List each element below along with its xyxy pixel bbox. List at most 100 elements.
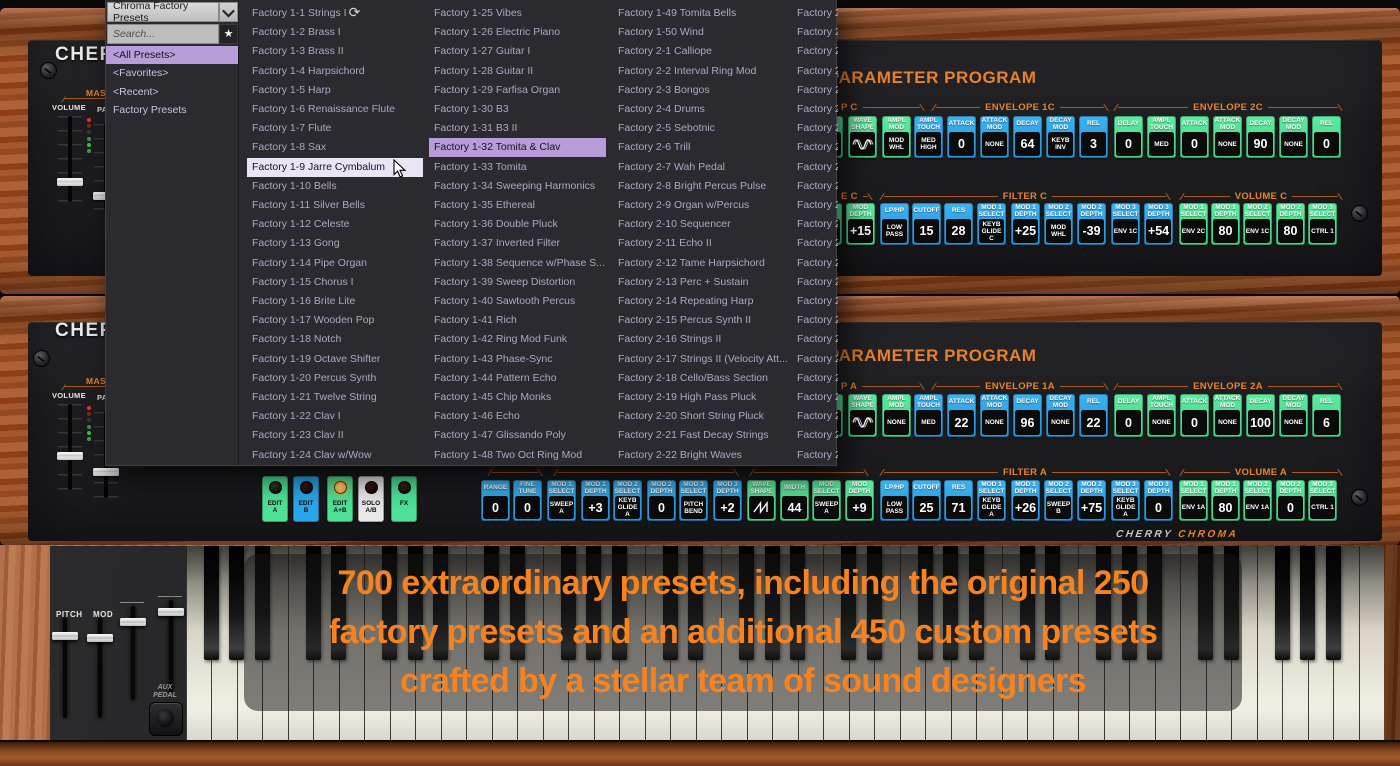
param-button-wave-shape[interactable]: WAVESHAPE [747, 480, 776, 521]
mod-lever-cap[interactable] [87, 634, 113, 642]
piano-key-black[interactable] [1326, 546, 1341, 660]
preset-item[interactable]: Factory 2-9 Organ w/Percus [613, 196, 791, 215]
preset-item[interactable]: Factory 1-20 Percus Synth [247, 369, 423, 388]
param-button-mod-2-select[interactable]: MOD 2SELECTENV 1C [1243, 203, 1272, 245]
param-button-mod-3-depth[interactable]: MOD 3DEPTH+2 [713, 480, 742, 521]
preset-item[interactable]: Factory 1-49 Tomita Bells [613, 4, 791, 23]
edit-button-solo-a-b[interactable]: SOLOA/B [358, 476, 384, 522]
param-button-decay[interactable]: DECAY64 [1013, 116, 1042, 158]
param-button-mod-3-select[interactable]: MOD 3SELECTKEYBGLIDEA [1111, 480, 1140, 521]
preset-item[interactable]: Factory 1-6 Renaissance Flute [247, 100, 423, 119]
preset-item[interactable]: Factory 1-48 Two Oct Ring Mod [429, 446, 606, 465]
preset-item[interactable]: Factory 2-18 Cello/Bass Section [613, 369, 791, 388]
param-button-attack[interactable]: ATTACK0 [1180, 394, 1209, 437]
param-button-mod-2-select[interactable]: MOD 2SELECTKEYBGLIDEA [613, 480, 642, 521]
param-button-mod-3-select[interactable]: MOD 3SELECTPITCHBEND [679, 480, 708, 521]
param-button-mod-1-select[interactable]: MOD 1SELECTKEYBGLIDEA [977, 480, 1006, 521]
preset-item[interactable]: Factory 1-1 Strings I [247, 4, 423, 23]
param-button-attack[interactable]: ATTACK0 [1180, 116, 1209, 158]
preset-category[interactable]: <All Presets> [106, 46, 238, 64]
preset-item[interactable]: Factory 1-18 Notch [247, 330, 423, 349]
preset-item[interactable]: Factory 2-10 Sequencer [613, 215, 791, 234]
preset-item[interactable]: Factory 2 [792, 388, 838, 407]
preset-item[interactable]: Factory 1-46 Echo [429, 407, 606, 426]
preset-item[interactable]: Factory 2 [792, 446, 838, 465]
preset-item[interactable]: Factory 1-41 Rich [429, 311, 606, 330]
preset-item[interactable]: Factory 1-36 Double Pluck [429, 215, 606, 234]
preset-item[interactable]: Factory 2-16 Strings II [613, 330, 791, 349]
param-button-decay[interactable]: DECAY100 [1246, 394, 1275, 437]
param-button-mod-2-depth[interactable]: MOD 2DEPTH0 [647, 480, 676, 521]
param-button-mod-2-select[interactable]: MOD 2SELECTSWEEPB [1044, 480, 1073, 521]
param-button-mod-1-depth[interactable]: MOD 1DEPTH80 [1211, 480, 1240, 521]
preset-item[interactable]: Factory 2 [792, 62, 838, 81]
preset-item[interactable]: Factory 1-38 Sequence w/Phase S... [429, 254, 606, 273]
preset-item[interactable]: Factory 1-11 Silver Bells [247, 196, 423, 215]
preset-item[interactable]: Factory 1-37 Inverted Filter [429, 234, 606, 253]
preset-item[interactable]: Factory 1-40 Sawtooth Percus [429, 292, 606, 311]
param-button-attack-mod[interactable]: ATTACKMODNONE [1213, 116, 1242, 158]
pitch-lever-cap[interactable] [52, 632, 78, 640]
param-button-mod-2-depth[interactable]: MOD 2DEPTH+75 [1077, 480, 1106, 521]
param-button-decay[interactable]: DECAY96 [1013, 394, 1042, 437]
preset-item[interactable]: Factory 2 [792, 4, 838, 23]
preset-item[interactable]: Factory 2-19 High Pass Pluck [613, 388, 791, 407]
preset-item[interactable]: Factory 1-30 B3 [429, 100, 606, 119]
preset-item[interactable]: Factory 1-50 Wind [613, 23, 791, 42]
preset-item[interactable]: Factory 1-25 Vibes [429, 4, 606, 23]
preset-item[interactable]: Factory 2-1 Calliope [613, 42, 791, 61]
param-button-lp-hp[interactable]: LP/HPLOWPASS [880, 203, 909, 245]
preset-item[interactable]: Factory 1-42 Ring Mod Funk [429, 330, 606, 349]
chevron-down-icon[interactable] [219, 2, 238, 22]
preset-item[interactable]: Factory 1-4 Harpsichord [247, 62, 423, 81]
preset-item[interactable]: Factory 2 [792, 254, 838, 273]
preset-item[interactable]: Factory 2-15 Percus Synth II [613, 311, 791, 330]
preset-item[interactable]: Factory 2 [792, 330, 838, 349]
preset-item[interactable]: Factory 2-2 Interval Ring Mod [613, 62, 791, 81]
preset-item[interactable]: Factory 1-3 Brass II [247, 42, 423, 61]
param-button-mod-3-depth[interactable]: MOD 3DEPTH+54 [1144, 203, 1173, 245]
favorite-star-icon[interactable]: ★ [219, 24, 238, 44]
preset-item[interactable]: Factory 2-20 Short String Pluck [613, 407, 791, 426]
preset-item[interactable]: Factory 1-43 Phase-Sync [429, 350, 606, 369]
param-button-ampl-mod[interactable]: AMPLMODNONE [882, 394, 911, 437]
param-button-delay[interactable]: DELAY0 [1114, 394, 1143, 437]
param-button-res[interactable]: RES28 [944, 203, 973, 245]
param-button-mod-3-select[interactable]: MOD 3SELECTCTRL 1 [1308, 480, 1337, 521]
edit-button-edit-a[interactable]: EDITA [262, 476, 288, 522]
param-button-wave-shape[interactable]: WAVESHAPE [848, 116, 877, 158]
param-button-delay[interactable]: DELAY0 [1114, 116, 1143, 158]
preset-item[interactable]: Factory 1-2 Brass I [247, 23, 423, 42]
preset-item[interactable]: Factory 1-22 Clav I [247, 407, 423, 426]
preset-item[interactable]: Factory 2-14 Repeating Harp [613, 292, 791, 311]
param-button-res[interactable]: RES71 [944, 480, 973, 521]
piano-key-black[interactable] [229, 546, 244, 660]
param-button-ampl-mod[interactable]: AMPLMODMODWHL [882, 116, 911, 158]
preset-item[interactable]: Factory 1-14 Pipe Organ [247, 254, 423, 273]
preset-item[interactable]: Factory 2 [792, 196, 838, 215]
param-button-mod-1-depth[interactable]: MOD 1DEPTH+26 [1011, 480, 1040, 521]
param-button-decay-mod[interactable]: DECAYMODNONE [1279, 116, 1308, 158]
param-button-mod-1-select[interactable]: MOD 1SELECTKEYBGLIDEC [977, 203, 1006, 245]
param-button-mod-1-select[interactable]: MOD 1SELECTSWEEPA [547, 480, 576, 521]
preset-category[interactable]: Factory Presets [106, 101, 238, 119]
preset-item[interactable]: Factory 2 [792, 119, 838, 138]
preset-item[interactable]: Factory 2-6 Trill [613, 138, 791, 157]
param-button-mod-select[interactable]: MODSELECTSWEEPA [812, 480, 841, 521]
edit-button-fx[interactable]: FX [391, 476, 417, 522]
preset-item[interactable]: Factory 1-24 Clav w/Wow [247, 446, 423, 465]
preset-item[interactable]: Factory 2-8 Bright Percus Pulse [613, 177, 791, 196]
preset-item[interactable]: Factory 2 [792, 292, 838, 311]
param-button-mod-2-select[interactable]: MOD 2SELECTMODWHL [1044, 203, 1073, 245]
preset-item[interactable]: Factory 2-5 Sebotnic [613, 119, 791, 138]
param-button-mod-3-select[interactable]: MOD 3SELECTCTRL 1 [1308, 203, 1337, 245]
param-button-mod-depth[interactable]: MODDEPTH+9 [845, 480, 874, 521]
param-button-ampl-touch[interactable]: AMPLTOUCHMED [914, 394, 943, 437]
preset-item[interactable]: Factory 2-17 Strings II (Velocity Att... [613, 350, 791, 369]
preset-item[interactable]: Factory 1-10 Bells [247, 177, 423, 196]
param-button-width[interactable]: WIDTH44 [780, 480, 809, 521]
preset-item[interactable]: Factory 1-28 Guitar II [429, 62, 606, 81]
mod-lever[interactable] [98, 618, 102, 718]
preset-item[interactable]: Factory 2 [792, 234, 838, 253]
param-button-attack-mod[interactable]: ATTACKMODNONE [980, 116, 1009, 158]
